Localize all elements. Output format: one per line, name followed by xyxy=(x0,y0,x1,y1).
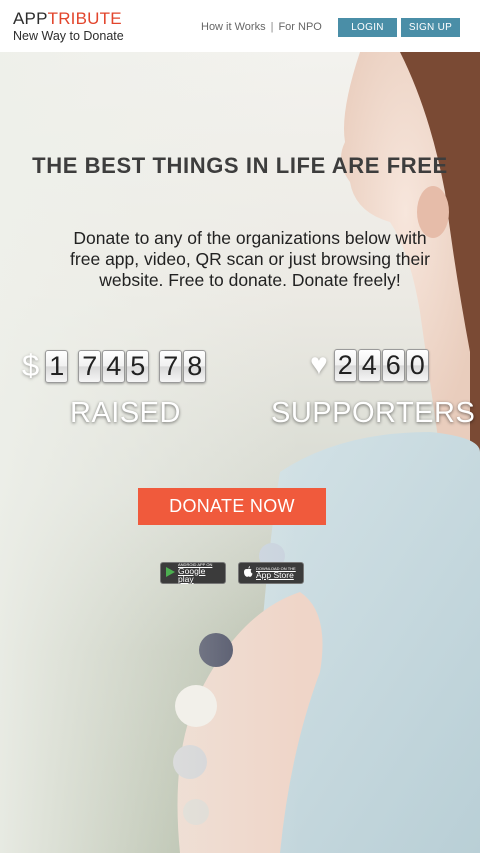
brand-name: APPTRIBUTE xyxy=(13,9,122,28)
supporters-digits: 2 4 6 0 xyxy=(333,348,430,382)
nav-separator: | xyxy=(270,21,274,33)
heart-icon: ♥ xyxy=(310,348,328,381)
store-text: ANDROID APP ON Google play xyxy=(178,562,220,584)
counter-digit: 7 xyxy=(78,349,102,383)
counter-digit: 8 xyxy=(183,349,207,383)
brand-tagline: New Way to Donate xyxy=(13,29,124,43)
nav-how-it-works[interactable]: How it Works xyxy=(201,21,266,33)
counter-digit: 2 xyxy=(333,348,357,382)
apple-icon xyxy=(244,566,253,580)
login-button[interactable]: LOGIN xyxy=(338,18,397,37)
google-play-badge[interactable]: ANDROID APP ON Google play xyxy=(160,562,226,584)
raised-digits: 1 7 4 5 7 8 xyxy=(45,349,216,383)
brand-app: APP xyxy=(13,9,48,28)
hero-subtext: Donate to any of the organizations below… xyxy=(70,228,430,290)
counter-digit: 4 xyxy=(357,348,381,382)
store-big-text: Google play xyxy=(178,565,206,584)
nav-for-npo[interactable]: For NPO xyxy=(278,21,321,33)
play-triangle-icon xyxy=(166,566,175,580)
hero-headline: THE BEST THINGS IN LIFE ARE FREE xyxy=(32,153,448,178)
counter-digit: 7 xyxy=(159,349,183,383)
supporters-counter: ♥ 2 4 6 0 xyxy=(310,348,430,382)
counter-digit: 0 xyxy=(405,348,429,382)
signup-button[interactable]: SIGN UP xyxy=(401,18,460,37)
app-store-badge[interactable]: Download on the App Store xyxy=(238,562,304,584)
digit-group: 1 xyxy=(45,349,69,383)
counter-digit: 6 xyxy=(381,348,405,382)
supporters-label: SUPPORTERS xyxy=(271,397,476,429)
hero-section: THE BEST THINGS IN LIFE ARE FREE Donate … xyxy=(0,52,480,853)
store-text: Download on the App Store xyxy=(256,566,296,580)
counter-digit: 5 xyxy=(126,349,150,383)
store-big-text: App Store xyxy=(256,569,294,580)
raised-label: RAISED xyxy=(70,397,181,429)
brand-tribute: TRIBUTE xyxy=(47,9,122,28)
counter-digit: 1 xyxy=(45,349,69,383)
digit-group: 7 4 5 xyxy=(78,349,150,383)
brand-logo[interactable]: APPTRIBUTE New Way to Donate xyxy=(13,10,124,43)
raised-counter: $ 1 7 4 5 7 8 xyxy=(22,348,216,384)
header: APPTRIBUTE New Way to Donate How it Work… xyxy=(0,0,480,52)
counter-digit: 4 xyxy=(102,349,126,383)
main-nav: How it Works | For NPO xyxy=(201,21,322,33)
donate-now-button[interactable]: DONATE NOW xyxy=(138,488,326,525)
digit-group: 7 8 xyxy=(159,349,207,383)
dollar-icon: $ xyxy=(22,348,40,383)
